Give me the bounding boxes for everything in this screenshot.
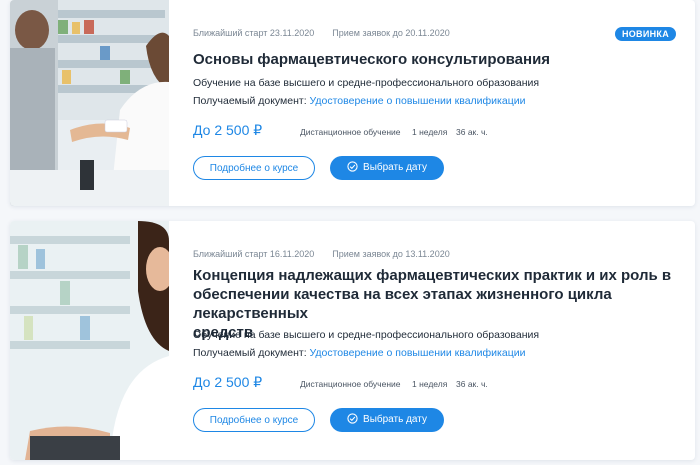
course-card: Ближайший старт 23.11.2020 Прием заявок д… [10, 0, 695, 206]
document-row: Получаемый документ: Удостоверение о пов… [193, 95, 525, 107]
course-photo-pharmacist [10, 221, 169, 460]
study-format: Дистанционное обучение [300, 379, 401, 389]
check-circle-icon [347, 413, 358, 424]
application-deadline: Прием заявок до 20.11.2020 [332, 28, 450, 38]
select-date-button[interactable]: Выбрать дату [330, 408, 444, 432]
course-title-line[interactable]: обеспечении качества на всех этапах жизн… [193, 285, 695, 323]
course-duration: 1 неделя [412, 127, 448, 137]
start-date: Ближайший старт 16.11.2020 [193, 249, 315, 259]
new-badge: НОВИНКА [614, 27, 676, 41]
document-row: Получаемый документ: Удостоверение о пов… [193, 347, 525, 359]
check-circle-icon [347, 161, 358, 172]
education-requirement: Обучение на базе высшего и средне-профес… [193, 329, 540, 341]
course-title-line[interactable]: Концепция надлежащих фармацевтических пр… [193, 266, 695, 285]
course-hours: 36 ак. ч. [456, 379, 488, 389]
document-label: Получаемый документ: [193, 347, 307, 359]
course-info: Ближайший старт 23.11.2020 Прием заявок д… [193, 0, 695, 206]
course-duration: 1 неделя [412, 379, 448, 389]
course-details-button[interactable]: Подробнее о курсе [193, 408, 315, 432]
select-date-label: Выбрать дату [363, 414, 427, 425]
document-link[interactable]: Удостоверение о повышении квалификации [310, 347, 526, 359]
course-title-text[interactable]: Основы фармацевтического консультировани… [193, 51, 550, 68]
course-info: Ближайший старт 16.11.2020 Прием заявок д… [193, 221, 695, 460]
course-card: Ближайший старт 16.11.2020 Прием заявок д… [10, 221, 695, 460]
course-price: До 2 500 ₽ [193, 374, 263, 390]
document-link[interactable]: Удостоверение о повышении квалификации [310, 95, 526, 107]
course-photo-pharmacist [10, 0, 169, 206]
course-title[interactable]: Основы фармацевтического консультировани… [193, 50, 550, 69]
select-date-button[interactable]: Выбрать дату [330, 156, 444, 180]
course-meta: Ближайший старт 16.11.2020 Прием заявок д… [193, 249, 450, 259]
course-meta: Ближайший старт 23.11.2020 Прием заявок д… [193, 28, 450, 38]
course-hours: 36 ак. ч. [456, 127, 488, 137]
study-format: Дистанционное обучение [300, 127, 401, 137]
start-date: Ближайший старт 23.11.2020 [193, 28, 315, 38]
education-requirement: Обучение на базе высшего и средне-профес… [193, 77, 540, 89]
course-details-button[interactable]: Подробнее о курсе [193, 156, 315, 180]
application-deadline: Прием заявок до 13.11.2020 [332, 249, 450, 259]
select-date-label: Выбрать дату [363, 162, 427, 173]
course-price: До 2 500 ₽ [193, 122, 263, 138]
document-label: Получаемый документ: [193, 95, 307, 107]
